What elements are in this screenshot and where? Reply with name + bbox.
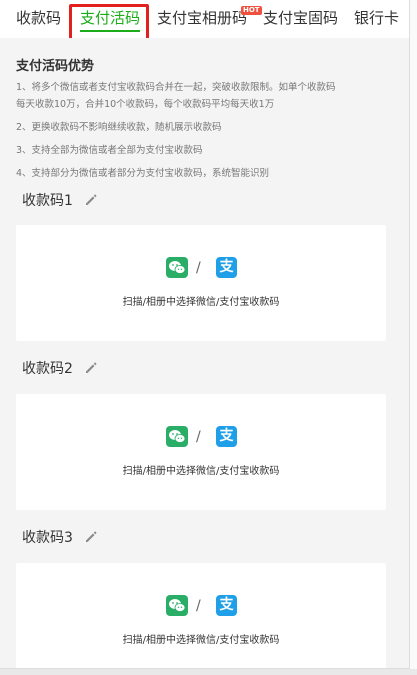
pencil-icon[interactable] xyxy=(84,361,98,375)
wechat-icon xyxy=(166,595,188,616)
code-card-2[interactable]: / 支 扫描/相册中选择微信/支付宝收款码 xyxy=(16,394,386,510)
tab-alipay-album-code[interactable]: 支付宝相册码 xyxy=(157,0,247,38)
tab-alipay-fixed-code[interactable]: 支付宝固码 xyxy=(263,0,338,38)
pencil-icon[interactable] xyxy=(84,193,98,207)
payment-icons: / 支 xyxy=(16,595,386,617)
card-label: 扫描/相册中选择微信/支付宝收款码 xyxy=(122,635,280,646)
separator: / xyxy=(196,429,201,445)
separator: / xyxy=(196,260,201,276)
advantages-title: 支付活码优势 xyxy=(16,59,95,74)
alipay-icon: 支 xyxy=(216,595,237,616)
code-card-1[interactable]: / 支 扫描/相册中选择微信/支付宝收款码 xyxy=(16,225,386,341)
card-label: 扫描/相册中选择微信/支付宝收款码 xyxy=(122,297,280,308)
app-frame: 收款码 支付活码 支付宝相册码 HOT 支付宝固码 银行卡 支付活码优势 1、将… xyxy=(0,0,410,669)
code-title-3: 收款码3 xyxy=(22,530,73,546)
advantage-item: 2、更换收款码不影响继续收款，随机展示收款码 xyxy=(16,122,222,133)
advantage-item: 1、将多个微信或者支付宝收款码合并在一起，突破收款限制。如单个收款码 xyxy=(16,82,336,93)
tab-bank-card[interactable]: 银行卡 xyxy=(354,0,399,38)
advantage-item: 每天收款10万，合并10个收款码，每个收款码平均每天收1万 xyxy=(16,99,275,110)
payment-icons: / 支 xyxy=(16,426,386,448)
bottom-edge xyxy=(0,669,417,675)
hot-badge: HOT xyxy=(241,6,262,15)
payment-icons: / 支 xyxy=(16,257,386,279)
alipay-icon: 支 xyxy=(216,426,237,447)
separator: / xyxy=(196,598,201,614)
tab-live-code[interactable]: 支付活码 xyxy=(80,0,141,38)
code-title-2: 收款码2 xyxy=(22,361,73,377)
wechat-icon xyxy=(166,257,188,278)
alipay-icon: 支 xyxy=(216,257,237,278)
tab-qrcode[interactable]: 收款码 xyxy=(16,0,61,38)
advantage-item: 4、支持部分为微信或者部分为支付宝收款码，系统智能识别 xyxy=(16,168,270,179)
advantage-item: 3、支持全部为微信或者全部为支付宝收款码 xyxy=(16,145,203,156)
code-card-3[interactable]: / 支 扫描/相册中选择微信/支付宝收款码 xyxy=(16,563,386,668)
scroll-gutter xyxy=(410,0,417,669)
card-label: 扫描/相册中选择微信/支付宝收款码 xyxy=(122,466,280,477)
tab-bar: 收款码 支付活码 支付宝相册码 HOT 支付宝固码 银行卡 xyxy=(0,0,409,38)
wechat-icon xyxy=(166,426,188,447)
pencil-icon[interactable] xyxy=(84,530,98,544)
code-title-1: 收款码1 xyxy=(22,193,73,209)
